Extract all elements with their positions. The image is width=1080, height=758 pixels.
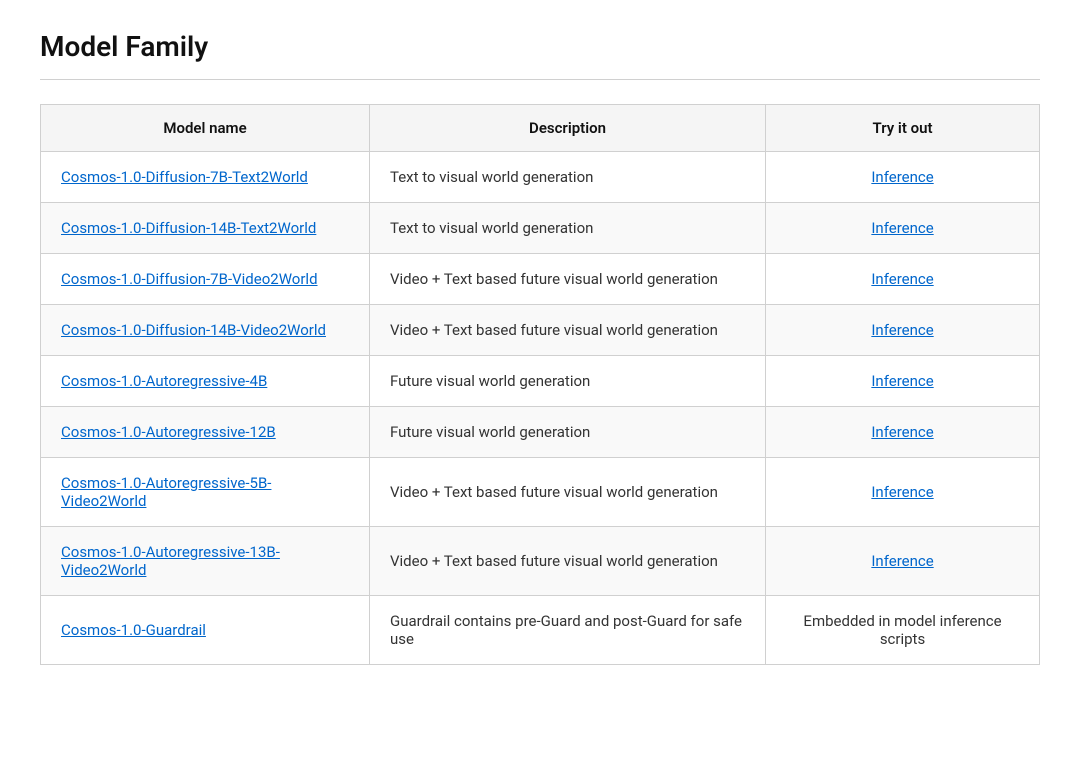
table-row: Cosmos-1.0-Guardrail Guardrail contains p…: [41, 596, 1040, 665]
table-row: Cosmos-1.0-Diffusion-14B-Text2World Text …: [41, 203, 1040, 254]
table-row: Cosmos-1.0-Autoregressive-5B-Video2World…: [41, 458, 1040, 527]
try-it-out-cell[interactable]: Inference: [766, 527, 1040, 596]
description-cell: Guardrail contains pre-Guard and post-Gu…: [369, 596, 765, 665]
model-name-cell[interactable]: Cosmos-1.0-Diffusion-7B-Video2World: [41, 254, 370, 305]
try-it-out-cell[interactable]: Inference: [766, 203, 1040, 254]
model-name-link[interactable]: Cosmos-1.0-Autoregressive-4B: [61, 372, 267, 390]
model-name-cell[interactable]: Cosmos-1.0-Guardrail: [41, 596, 370, 665]
inference-link[interactable]: Inference: [871, 321, 933, 339]
try-it-out-cell[interactable]: Inference: [766, 407, 1040, 458]
table-row: Cosmos-1.0-Diffusion-7B-Video2World Video…: [41, 254, 1040, 305]
description-cell: Video + Text based future visual world g…: [369, 254, 765, 305]
model-family-table: Model name Description Try it out Cosmos…: [40, 104, 1040, 665]
model-name-cell[interactable]: Cosmos-1.0-Autoregressive-12B: [41, 407, 370, 458]
try-it-out-cell: Embedded in model inference scripts: [766, 596, 1040, 665]
inference-link[interactable]: Inference: [871, 219, 933, 237]
try-it-out-cell[interactable]: Inference: [766, 458, 1040, 527]
inference-link[interactable]: Inference: [871, 270, 933, 288]
model-name-cell[interactable]: Cosmos-1.0-Autoregressive-5B-Video2World: [41, 458, 370, 527]
table-row: Cosmos-1.0-Diffusion-14B-Video2World Vide…: [41, 305, 1040, 356]
description-cell: Video + Text based future visual world g…: [369, 305, 765, 356]
model-name-cell[interactable]: Cosmos-1.0-Diffusion-14B-Video2World: [41, 305, 370, 356]
try-it-out-cell[interactable]: Inference: [766, 254, 1040, 305]
model-name-link[interactable]: Cosmos-1.0-Autoregressive-5B-Video2World: [61, 474, 271, 510]
model-name-cell[interactable]: Cosmos-1.0-Diffusion-14B-Text2World: [41, 203, 370, 254]
model-name-link[interactable]: Cosmos-1.0-Diffusion-7B-Text2World: [61, 168, 308, 186]
inference-link[interactable]: Inference: [871, 552, 933, 570]
model-name-link[interactable]: Cosmos-1.0-Autoregressive-12B: [61, 423, 276, 441]
divider: [40, 79, 1040, 80]
model-name-cell[interactable]: Cosmos-1.0-Diffusion-7B-Text2World: [41, 152, 370, 203]
description-cell: Text to visual world generation: [369, 203, 765, 254]
model-name-link[interactable]: Cosmos-1.0-Diffusion-14B-Text2World: [61, 219, 316, 237]
description-cell: Video + Text based future visual world g…: [369, 458, 765, 527]
try-it-out-cell[interactable]: Inference: [766, 152, 1040, 203]
table-header: Model name Description Try it out: [41, 105, 1040, 152]
model-name-link[interactable]: Cosmos-1.0-Guardrail: [61, 621, 206, 639]
model-name-link[interactable]: Cosmos-1.0-Diffusion-14B-Video2World: [61, 321, 326, 339]
inference-link[interactable]: Inference: [871, 483, 933, 501]
table-row: Cosmos-1.0-Autoregressive-13B-Video2Worl…: [41, 527, 1040, 596]
try-it-out-cell[interactable]: Inference: [766, 305, 1040, 356]
description-cell: Future visual world generation: [369, 356, 765, 407]
page-title: Model Family: [40, 30, 1040, 63]
description-cell: Text to visual world generation: [369, 152, 765, 203]
table-body: Cosmos-1.0-Diffusion-7B-Text2World Text t…: [41, 152, 1040, 665]
model-name-link[interactable]: Cosmos-1.0-Autoregressive-13B-Video2Worl…: [61, 543, 280, 579]
try-it-out-cell[interactable]: Inference: [766, 356, 1040, 407]
col-header-try-it-out: Try it out: [766, 105, 1040, 152]
model-name-cell[interactable]: Cosmos-1.0-Autoregressive-13B-Video2Worl…: [41, 527, 370, 596]
description-cell: Future visual world generation: [369, 407, 765, 458]
inference-link[interactable]: Inference: [871, 423, 933, 441]
table-row: Cosmos-1.0-Autoregressive-12B Future visu…: [41, 407, 1040, 458]
model-name-link[interactable]: Cosmos-1.0-Diffusion-7B-Video2World: [61, 270, 318, 288]
table-row: Cosmos-1.0-Diffusion-7B-Text2World Text t…: [41, 152, 1040, 203]
table-row: Cosmos-1.0-Autoregressive-4B Future visua…: [41, 356, 1040, 407]
model-name-cell[interactable]: Cosmos-1.0-Autoregressive-4B: [41, 356, 370, 407]
description-cell: Video + Text based future visual world g…: [369, 527, 765, 596]
inference-link[interactable]: Inference: [871, 372, 933, 390]
col-header-description: Description: [369, 105, 765, 152]
inference-link[interactable]: Inference: [871, 168, 933, 186]
col-header-model-name: Model name: [41, 105, 370, 152]
